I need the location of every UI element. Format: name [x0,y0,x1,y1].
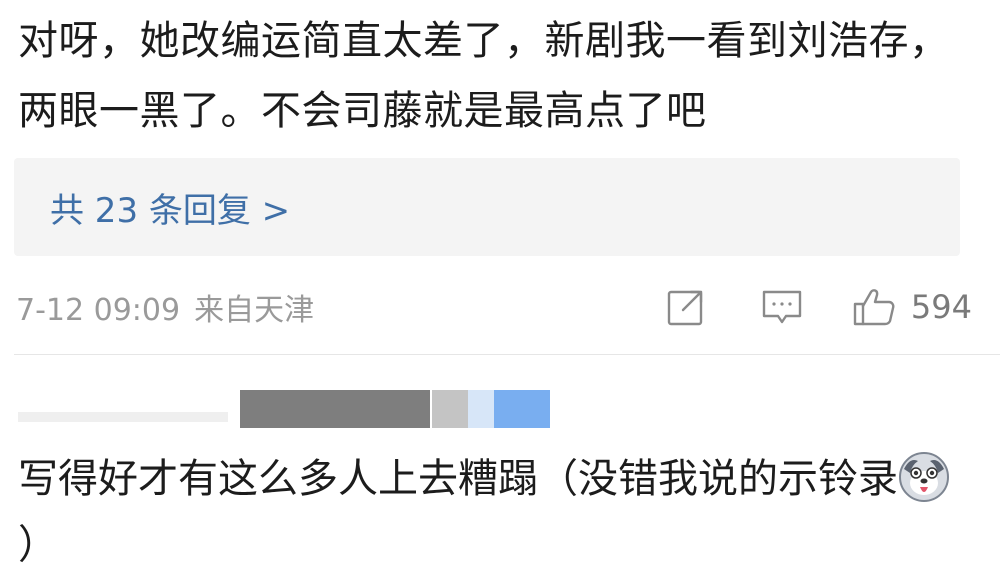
next-comment-tail: ） [18,522,58,568]
redacted-block [432,390,468,428]
share-icon [663,284,709,330]
comment-meta: 7-12 09:09 来自天津 [16,285,314,329]
redacted-block [18,412,228,422]
redacted-block [468,390,494,428]
comment-timestamp: 7-12 09:09 [16,293,181,328]
replies-panel[interactable]: 共 23 条回复 > [14,158,960,256]
comment-icon [759,284,805,330]
comment-actions: 594 [663,284,986,330]
like-button[interactable]: 594 [851,284,986,330]
like-count: 594 [910,288,972,326]
comment-button[interactable] [759,284,805,330]
view-replies-link[interactable]: 共 23 条回复 > [50,183,290,232]
husky-emoji-icon [898,451,950,503]
comment-text: 对呀，她改编运简直太差了，新剧我一看到刘浩存，两眼一黑了。不会司藤就是最高点了吧 [18,18,950,134]
next-comment-text: 写得好才有这么多人上去糟蹋（没错我说的示铃录 ） [18,446,978,578]
next-comment-body: 写得好才有这么多人上去糟蹋（没错我说的示铃录 [18,456,898,502]
next-comment-header-redacted [18,384,578,434]
thumbs-up-icon [851,284,897,330]
redacted-block [494,390,550,428]
share-button[interactable] [663,284,709,330]
comment-meta-row: 7-12 09:09 来自天津 594 [16,278,986,336]
redacted-block [240,390,430,428]
comment-divider [14,354,1000,355]
comment-location: 来自天津 [194,293,315,328]
